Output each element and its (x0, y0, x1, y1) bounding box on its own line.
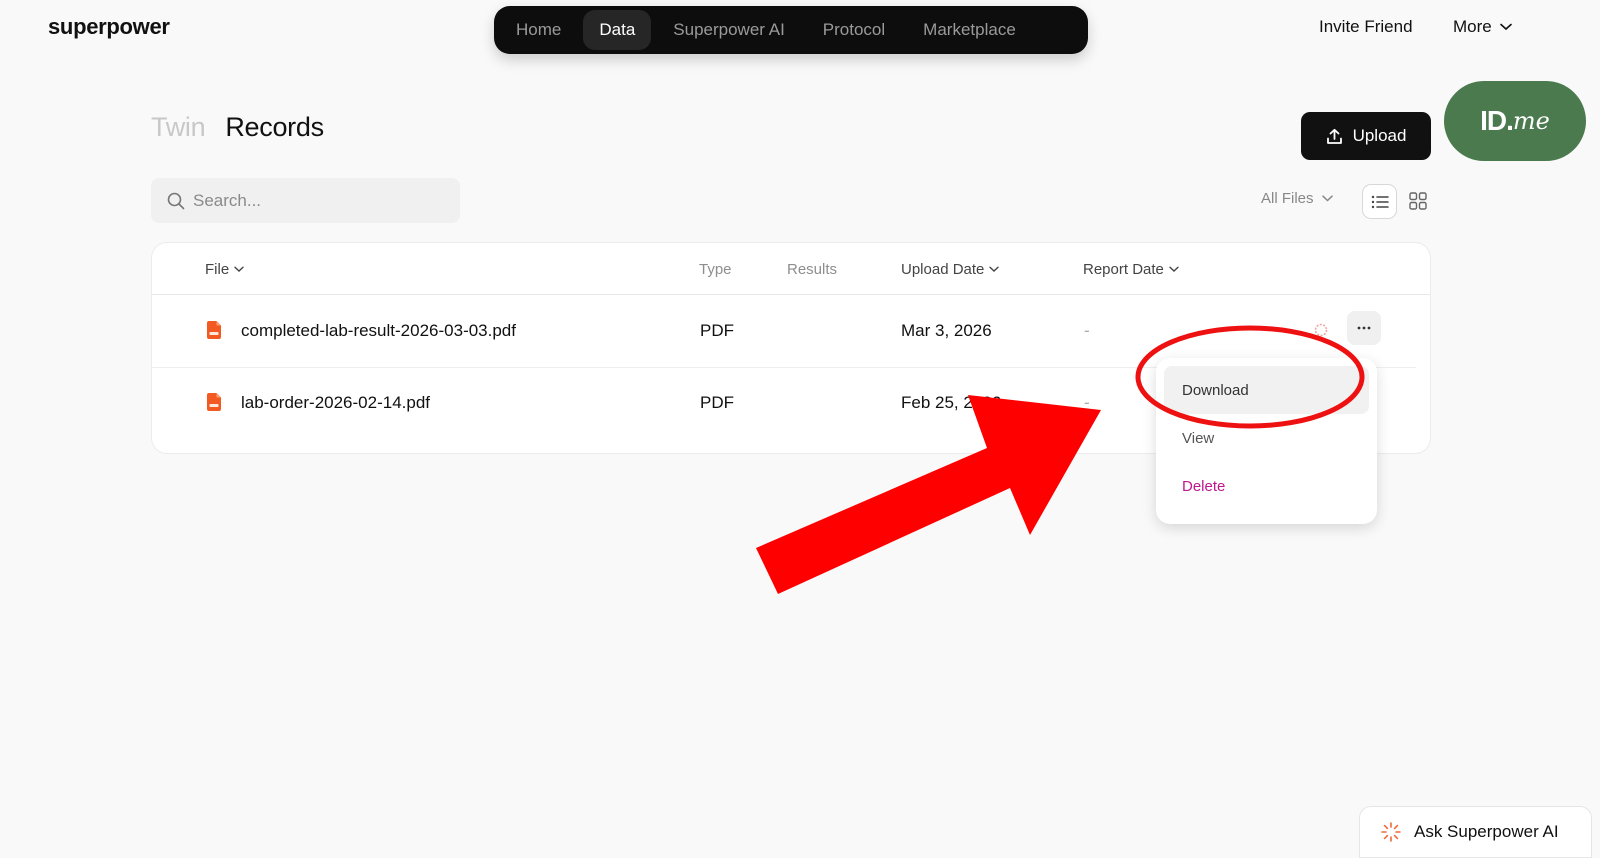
idme-me-text: me (1512, 107, 1550, 135)
ask-superpower-ai-button[interactable]: Ask Superpower AI (1359, 806, 1592, 858)
nav-protocol[interactable]: Protocol (807, 10, 901, 50)
upload-button[interactable]: Upload (1301, 112, 1431, 160)
list-view-toggle[interactable] (1362, 184, 1397, 219)
report-date: - (1084, 393, 1090, 412)
chevron-down-icon (234, 266, 244, 272)
column-header-results: Results (787, 261, 838, 278)
nav-data[interactable]: Data (583, 10, 652, 50)
invite-friend-link[interactable]: Invite Friend (1319, 17, 1413, 37)
idme-badge[interactable]: ID. me (1444, 81, 1586, 161)
file-type: PDF (700, 393, 734, 412)
table-header: File Type Results Upload Date Report Dat… (152, 243, 1430, 295)
tab-records[interactable]: Records (225, 112, 324, 143)
sparkle-spinner-icon (1381, 822, 1401, 842)
table-row[interactable]: completed-lab-result-2026-03-03.pdf PDF … (152, 295, 1430, 367)
chevron-down-icon (1169, 266, 1179, 272)
menu-item-view[interactable]: View (1164, 414, 1369, 462)
nav-superpower-ai[interactable]: Superpower AI (657, 10, 801, 50)
column-header-file-label: File (205, 261, 230, 278)
list-icon (1371, 195, 1389, 208)
pdf-file-icon (207, 321, 221, 339)
menu-item-delete[interactable]: Delete (1164, 462, 1369, 510)
more-label: More (1453, 17, 1492, 36)
file-name[interactable]: completed-lab-result-2026-03-03.pdf (241, 321, 516, 341)
upload-label: Upload (1352, 126, 1407, 145)
grid-view-toggle[interactable] (1403, 186, 1433, 216)
search-input[interactable] (193, 190, 433, 211)
column-header-report-date-label: Report Date (1083, 261, 1164, 278)
column-header-report-date[interactable]: Report Date (1083, 261, 1179, 278)
file-type: PDF (700, 321, 734, 340)
nav-home[interactable]: Home (500, 10, 577, 50)
menu-item-download[interactable]: Download (1164, 366, 1369, 414)
column-header-type: Type (699, 261, 732, 278)
more-menu-button[interactable]: More (1453, 17, 1512, 37)
ask-superpower-ai-label: Ask Superpower AI (1414, 822, 1559, 841)
file-name[interactable]: lab-order-2026-02-14.pdf (241, 393, 430, 413)
tab-twin[interactable]: Twin (151, 112, 206, 143)
column-header-upload-date[interactable]: Upload Date (901, 261, 1000, 278)
chevron-down-icon (989, 266, 1000, 272)
pdf-file-icon (207, 393, 221, 411)
report-date: - (1084, 321, 1090, 340)
row-actions-menu: Download View Delete (1156, 358, 1377, 524)
nav-marketplace[interactable]: Marketplace (907, 10, 1032, 50)
loading-spinner-icon (1314, 323, 1328, 337)
upload-date: Mar 3, 2026 (901, 321, 992, 340)
chevron-down-icon (1321, 195, 1333, 202)
column-header-file[interactable]: File (205, 261, 244, 278)
upload-icon (1326, 128, 1342, 144)
file-filter-label: All Files (1261, 190, 1314, 207)
file-filter-dropdown[interactable]: All Files (1261, 190, 1333, 207)
more-horizontal-icon (1357, 326, 1371, 330)
page-tabs: Twin Records (151, 112, 324, 143)
column-header-upload-date-label: Upload Date (901, 261, 985, 278)
grid-icon (1409, 192, 1427, 210)
main-nav: Home Data Superpower AI Protocol Marketp… (494, 6, 1088, 54)
search-icon (167, 192, 185, 209)
idme-id-text: ID. (1480, 105, 1514, 136)
search-box (151, 178, 460, 223)
upload-date: Feb 25, 2026 (901, 393, 1002, 412)
superpower-logo[interactable]: superpower (48, 14, 170, 40)
row-actions-button[interactable] (1347, 311, 1381, 345)
chevron-down-icon (1499, 23, 1512, 31)
